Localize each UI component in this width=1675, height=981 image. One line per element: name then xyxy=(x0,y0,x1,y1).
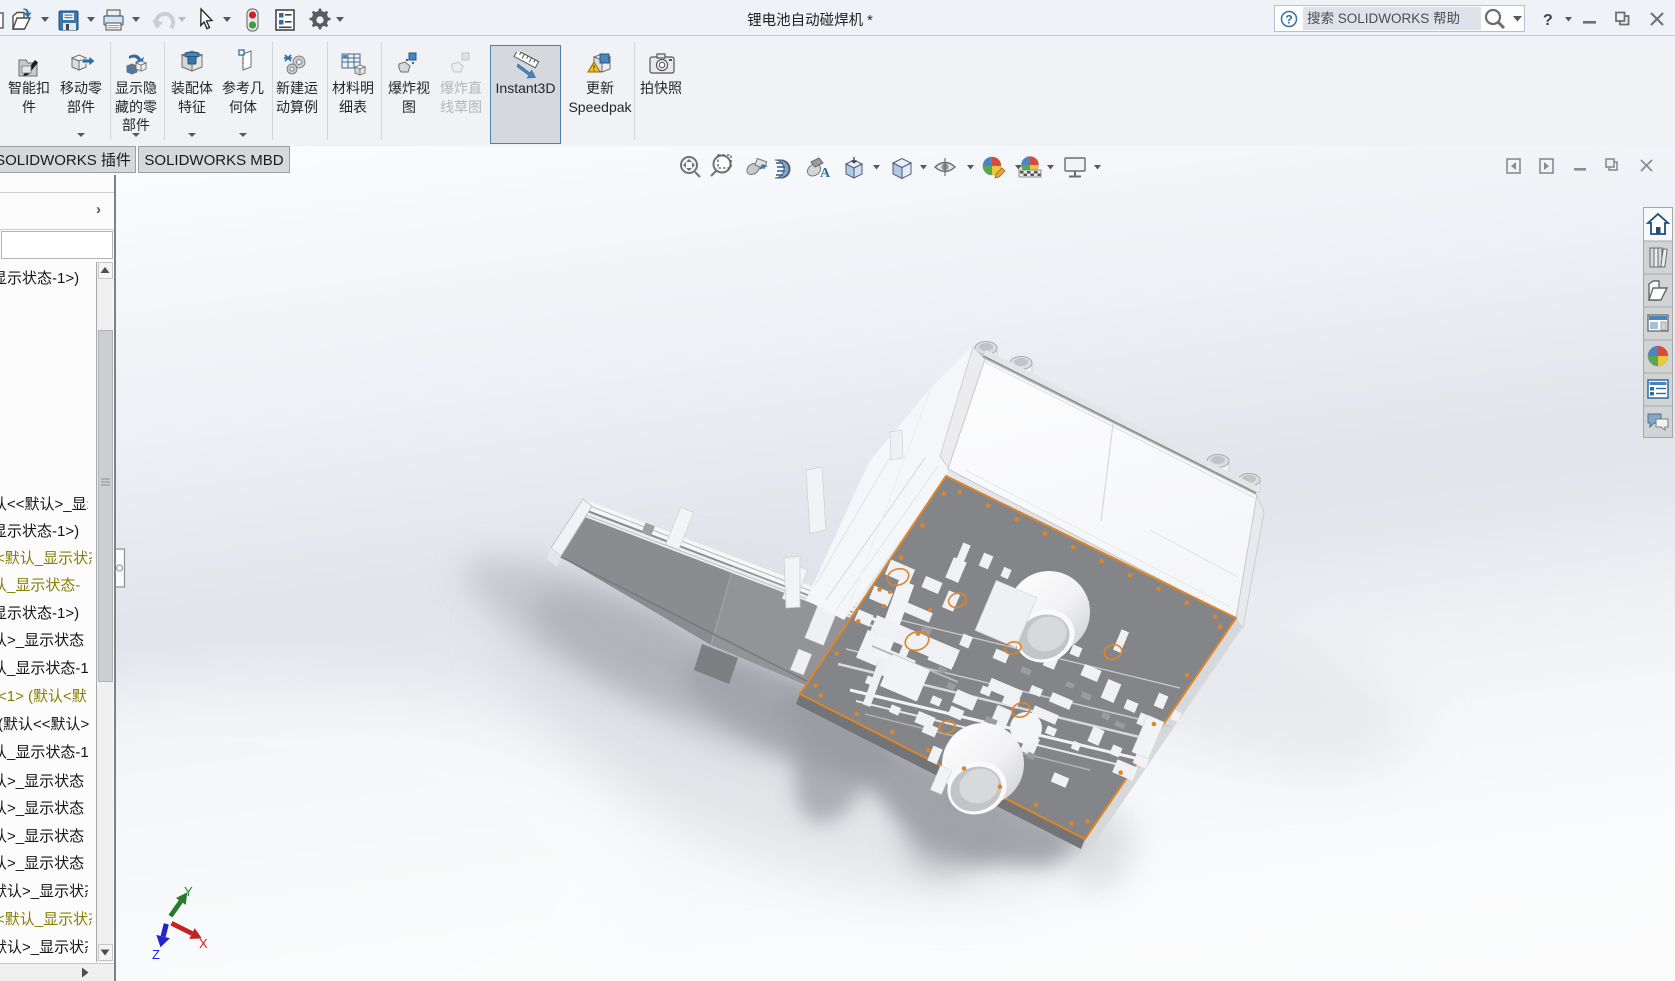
svg-text:X: X xyxy=(199,936,208,951)
svg-text:?: ? xyxy=(1543,12,1553,29)
svg-text:Y: Y xyxy=(184,884,193,899)
svg-text:Z: Z xyxy=(152,947,160,962)
svg-text:A: A xyxy=(820,166,831,181)
svg-text:!: ! xyxy=(593,64,596,73)
svg-text:?: ? xyxy=(1285,13,1292,27)
